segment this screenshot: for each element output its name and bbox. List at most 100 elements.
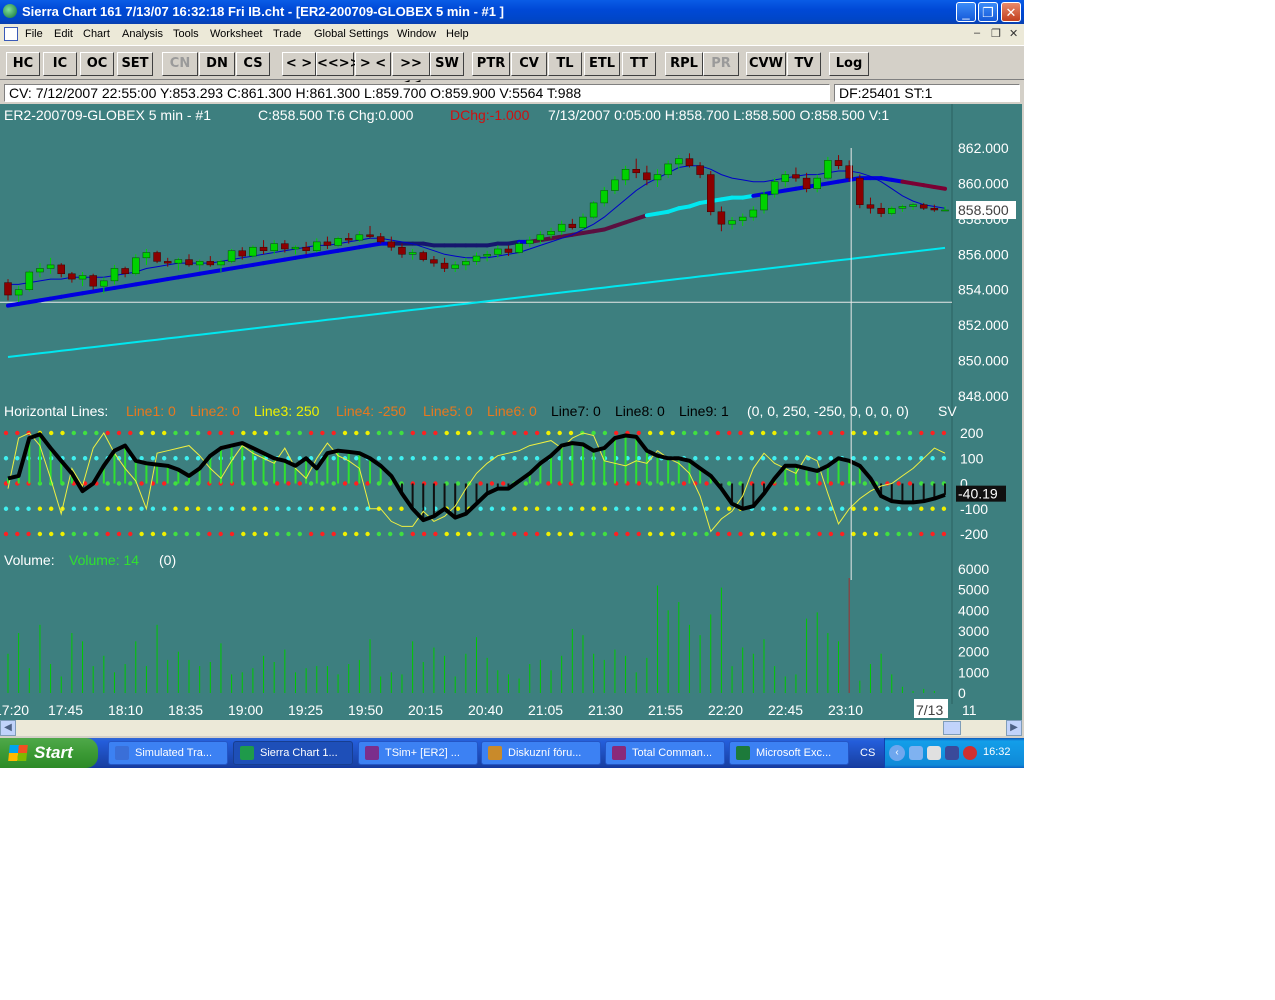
shield-icon[interactable] xyxy=(945,746,959,760)
menu-worksheet[interactable]: Worksheet xyxy=(210,28,262,40)
toolbar-button-etl[interactable]: ETL xyxy=(584,52,620,76)
horizontal-scrollbar[interactable]: ◀ ▶ xyxy=(0,720,1022,736)
taskbar-item[interactable]: Simulated Tra... xyxy=(108,741,228,765)
reference-dot xyxy=(580,531,585,537)
reference-dot xyxy=(184,456,189,461)
reference-dot xyxy=(71,456,77,461)
reference-dot xyxy=(806,430,811,436)
reference-dot xyxy=(320,506,325,511)
reference-dot xyxy=(150,430,156,436)
reference-dot xyxy=(388,456,393,461)
taskbar-item[interactable]: Sierra Chart 1... xyxy=(233,741,353,765)
toolbar-button-hc[interactable]: HC xyxy=(6,52,40,76)
candle-body xyxy=(525,239,534,244)
close-button[interactable]: ✕ xyxy=(1001,2,1021,22)
reference-dot xyxy=(376,531,382,537)
toolbar-button-lt-gt[interactable]: < > xyxy=(282,52,316,76)
reference-dot xyxy=(840,430,845,436)
reference-dot xyxy=(3,531,9,537)
taskbar-item[interactable]: Total Comman... xyxy=(605,741,725,765)
mdi-minimize-button[interactable]: – xyxy=(974,27,980,39)
toolbar-button-ic[interactable]: IC xyxy=(43,52,77,76)
start-button[interactable]: Start xyxy=(0,738,98,768)
menu-file[interactable]: File xyxy=(25,28,43,40)
toolbar-button-ptr[interactable]: PTR xyxy=(472,52,510,76)
menu-window[interactable]: Window xyxy=(397,28,436,40)
system-tray: ‹ 16:32 xyxy=(884,738,1024,768)
toolbar-button-cv[interactable]: CV xyxy=(511,52,547,76)
reference-dot xyxy=(625,506,630,511)
toolbar-button-gt-lt[interactable]: > < xyxy=(355,52,391,76)
toolbar: HCICOCSET CNDNCS < ><<>>> <>><<SW PTRCVTLET… xyxy=(0,45,1024,92)
reference-dot xyxy=(749,531,754,537)
scroll-thumb[interactable] xyxy=(943,721,961,735)
menu-tools[interactable]: Tools xyxy=(173,28,199,40)
toolbar-button-rpl[interactable]: RPL xyxy=(665,52,703,76)
reference-dot xyxy=(783,506,788,511)
reference-dot xyxy=(275,430,280,436)
volume-tick-label: 1000 xyxy=(958,664,989,680)
menu-trade[interactable]: Trade xyxy=(273,28,301,40)
tray-app-icon[interactable] xyxy=(927,746,941,760)
menu-edit[interactable]: Edit xyxy=(54,28,73,40)
toolbar-button-sw[interactable]: SW xyxy=(430,52,464,76)
menu-global-settings[interactable]: Global Settings xyxy=(314,28,389,40)
candle-body xyxy=(313,241,321,251)
reference-dot xyxy=(546,430,551,436)
scroll-right-icon[interactable]: ▶ xyxy=(1006,720,1022,736)
menu-chart[interactable]: Chart xyxy=(83,28,110,40)
title-bar[interactable]: Sierra Chart 161 7/13/07 16:32:18 Fri IB… xyxy=(0,0,1024,24)
candle-body xyxy=(238,250,246,257)
toolbar-button-gtgtltlt[interactable]: >><< xyxy=(392,52,430,92)
reference-dot xyxy=(105,531,110,537)
app-icon xyxy=(3,4,17,18)
reference-dot xyxy=(331,481,336,486)
minimize-button[interactable]: _ xyxy=(956,2,976,22)
reference-dot xyxy=(478,481,483,486)
reference-dot xyxy=(342,430,348,436)
toolbar-button-tv[interactable]: TV xyxy=(787,52,821,76)
menu-analysis[interactable]: Analysis xyxy=(122,28,163,40)
network-icon[interactable] xyxy=(909,746,923,760)
mdi-close-button[interactable]: ✕ xyxy=(1009,27,1018,40)
taskbar-item[interactable]: Microsoft Exc... xyxy=(729,741,849,765)
toolbar-button-oc[interactable]: OC xyxy=(80,52,114,76)
candle-body xyxy=(536,234,545,241)
toolbar-button-set[interactable]: SET xyxy=(117,52,153,76)
language-indicator[interactable]: CS xyxy=(860,747,875,759)
candle-body xyxy=(813,177,821,189)
toolbar-button-ltltgtgt[interactable]: <<>> xyxy=(316,52,361,76)
mdi-restore-button[interactable]: ❐ xyxy=(991,27,1001,40)
time-tick-label: 22:20 xyxy=(708,702,743,718)
tray-expand-icon[interactable]: ‹ xyxy=(889,745,905,761)
reference-dot xyxy=(772,506,777,511)
reference-dot xyxy=(568,531,574,537)
toolbar-button-log[interactable]: Log xyxy=(829,52,869,76)
chart-area[interactable]: ER2-200709-GLOBEX 5 min - #1 C:858.500 T:… xyxy=(0,104,1022,720)
reference-dot xyxy=(738,430,743,436)
reference-dot xyxy=(794,456,800,461)
reference-dot xyxy=(907,531,913,537)
security-alert-icon[interactable] xyxy=(963,746,977,760)
clock[interactable]: 16:32 xyxy=(983,746,1011,758)
document-icon[interactable] xyxy=(4,27,18,41)
taskbar-item[interactable]: Diskuzní fóru... xyxy=(481,741,601,765)
reference-dot xyxy=(568,506,574,511)
candle-body xyxy=(57,264,65,275)
toolbar-button-cs[interactable]: CS xyxy=(236,52,270,76)
menu-help[interactable]: Help xyxy=(446,28,469,40)
time-trailing-label: 11 xyxy=(962,702,977,718)
task-app-icon xyxy=(365,746,379,760)
taskbar-item[interactable]: TSim+ [ER2] ... xyxy=(358,741,478,765)
scroll-left-icon[interactable]: ◀ xyxy=(0,720,16,736)
toolbar-button-cvw[interactable]: CVW xyxy=(746,52,786,76)
toolbar-button-tt[interactable]: TT xyxy=(622,52,656,76)
toolbar-button-dn[interactable]: DN xyxy=(199,52,235,76)
toolbar-button-cn[interactable]: CN xyxy=(162,52,198,76)
reference-dot xyxy=(26,531,31,537)
reference-dot xyxy=(885,456,890,461)
toolbar-button-tl[interactable]: TL xyxy=(548,52,582,76)
toolbar-button-pr[interactable]: PR xyxy=(703,52,739,76)
restore-button[interactable]: ❐ xyxy=(978,2,998,22)
candle-body xyxy=(632,169,640,174)
